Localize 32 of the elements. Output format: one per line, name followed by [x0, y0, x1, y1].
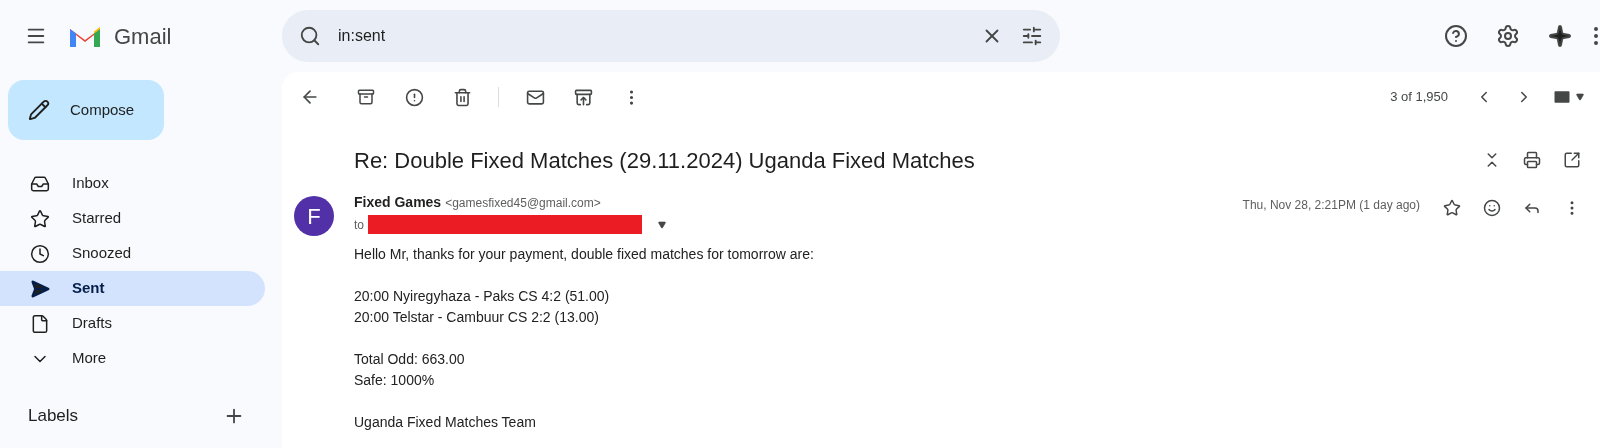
sender-email: <gamesfixed45@gmail.com> — [445, 195, 601, 212]
sidebar-item[interactable]: Inbox — [0, 166, 265, 201]
email-subject: Re: Double Fixed Matches (29.11.2024) Uganda Fixed Matches — [354, 146, 976, 175]
file-icon — [30, 313, 50, 334]
body-text-line: Hello Mr, thanks for your payment, double fixed matches for tomorrow are: — [354, 245, 815, 264]
caret-icon[interactable] — [658, 220, 666, 229]
sidebar-item[interactable]: Sent — [0, 271, 265, 306]
body-text-line: Safe: 1000% — [354, 371, 436, 390]
body-text-line: Uganda Fixed Matches Team — [354, 413, 537, 432]
app-name: Gmail — [114, 22, 172, 51]
send-icon — [30, 278, 50, 299]
apps-grid-icon[interactable] — [1592, 26, 1600, 46]
body-text-line: 20:00 Nyiregyhaza - Paks CS 4:2 (51.00) — [354, 287, 611, 306]
sidebar-item[interactable]: Drafts — [0, 306, 265, 341]
body-text-line: Total Odd: 663.00 — [354, 350, 466, 369]
pencil-icon — [28, 99, 50, 121]
body-text-line: 20:00 Telstar - Cambuur CS 2:2 (13.00) — [354, 308, 600, 327]
avatar: F — [294, 196, 334, 236]
sidebar-item[interactable]: More — [0, 341, 265, 376]
email-date: Thu, Nov 28, 2:21PM (1 day ago) — [1242, 197, 1420, 214]
sidebar-item[interactable]: Starred — [0, 201, 265, 236]
to-label: to — [354, 216, 364, 234]
search-input[interactable]: in:sent — [330, 24, 972, 48]
clock-icon — [30, 243, 50, 264]
compose-button[interactable]: Compose — [8, 80, 164, 140]
sidebar-item[interactable]: Snoozed — [0, 236, 265, 271]
caret-icon — [1576, 93, 1584, 101]
labels-heading: Labels — [28, 405, 79, 428]
sender-name: Fixed Games — [354, 193, 442, 212]
search-field[interactable]: in:sent — [282, 10, 1060, 62]
star-icon — [30, 208, 50, 229]
pager-text: 3 of 1,950 — [1390, 88, 1448, 107]
